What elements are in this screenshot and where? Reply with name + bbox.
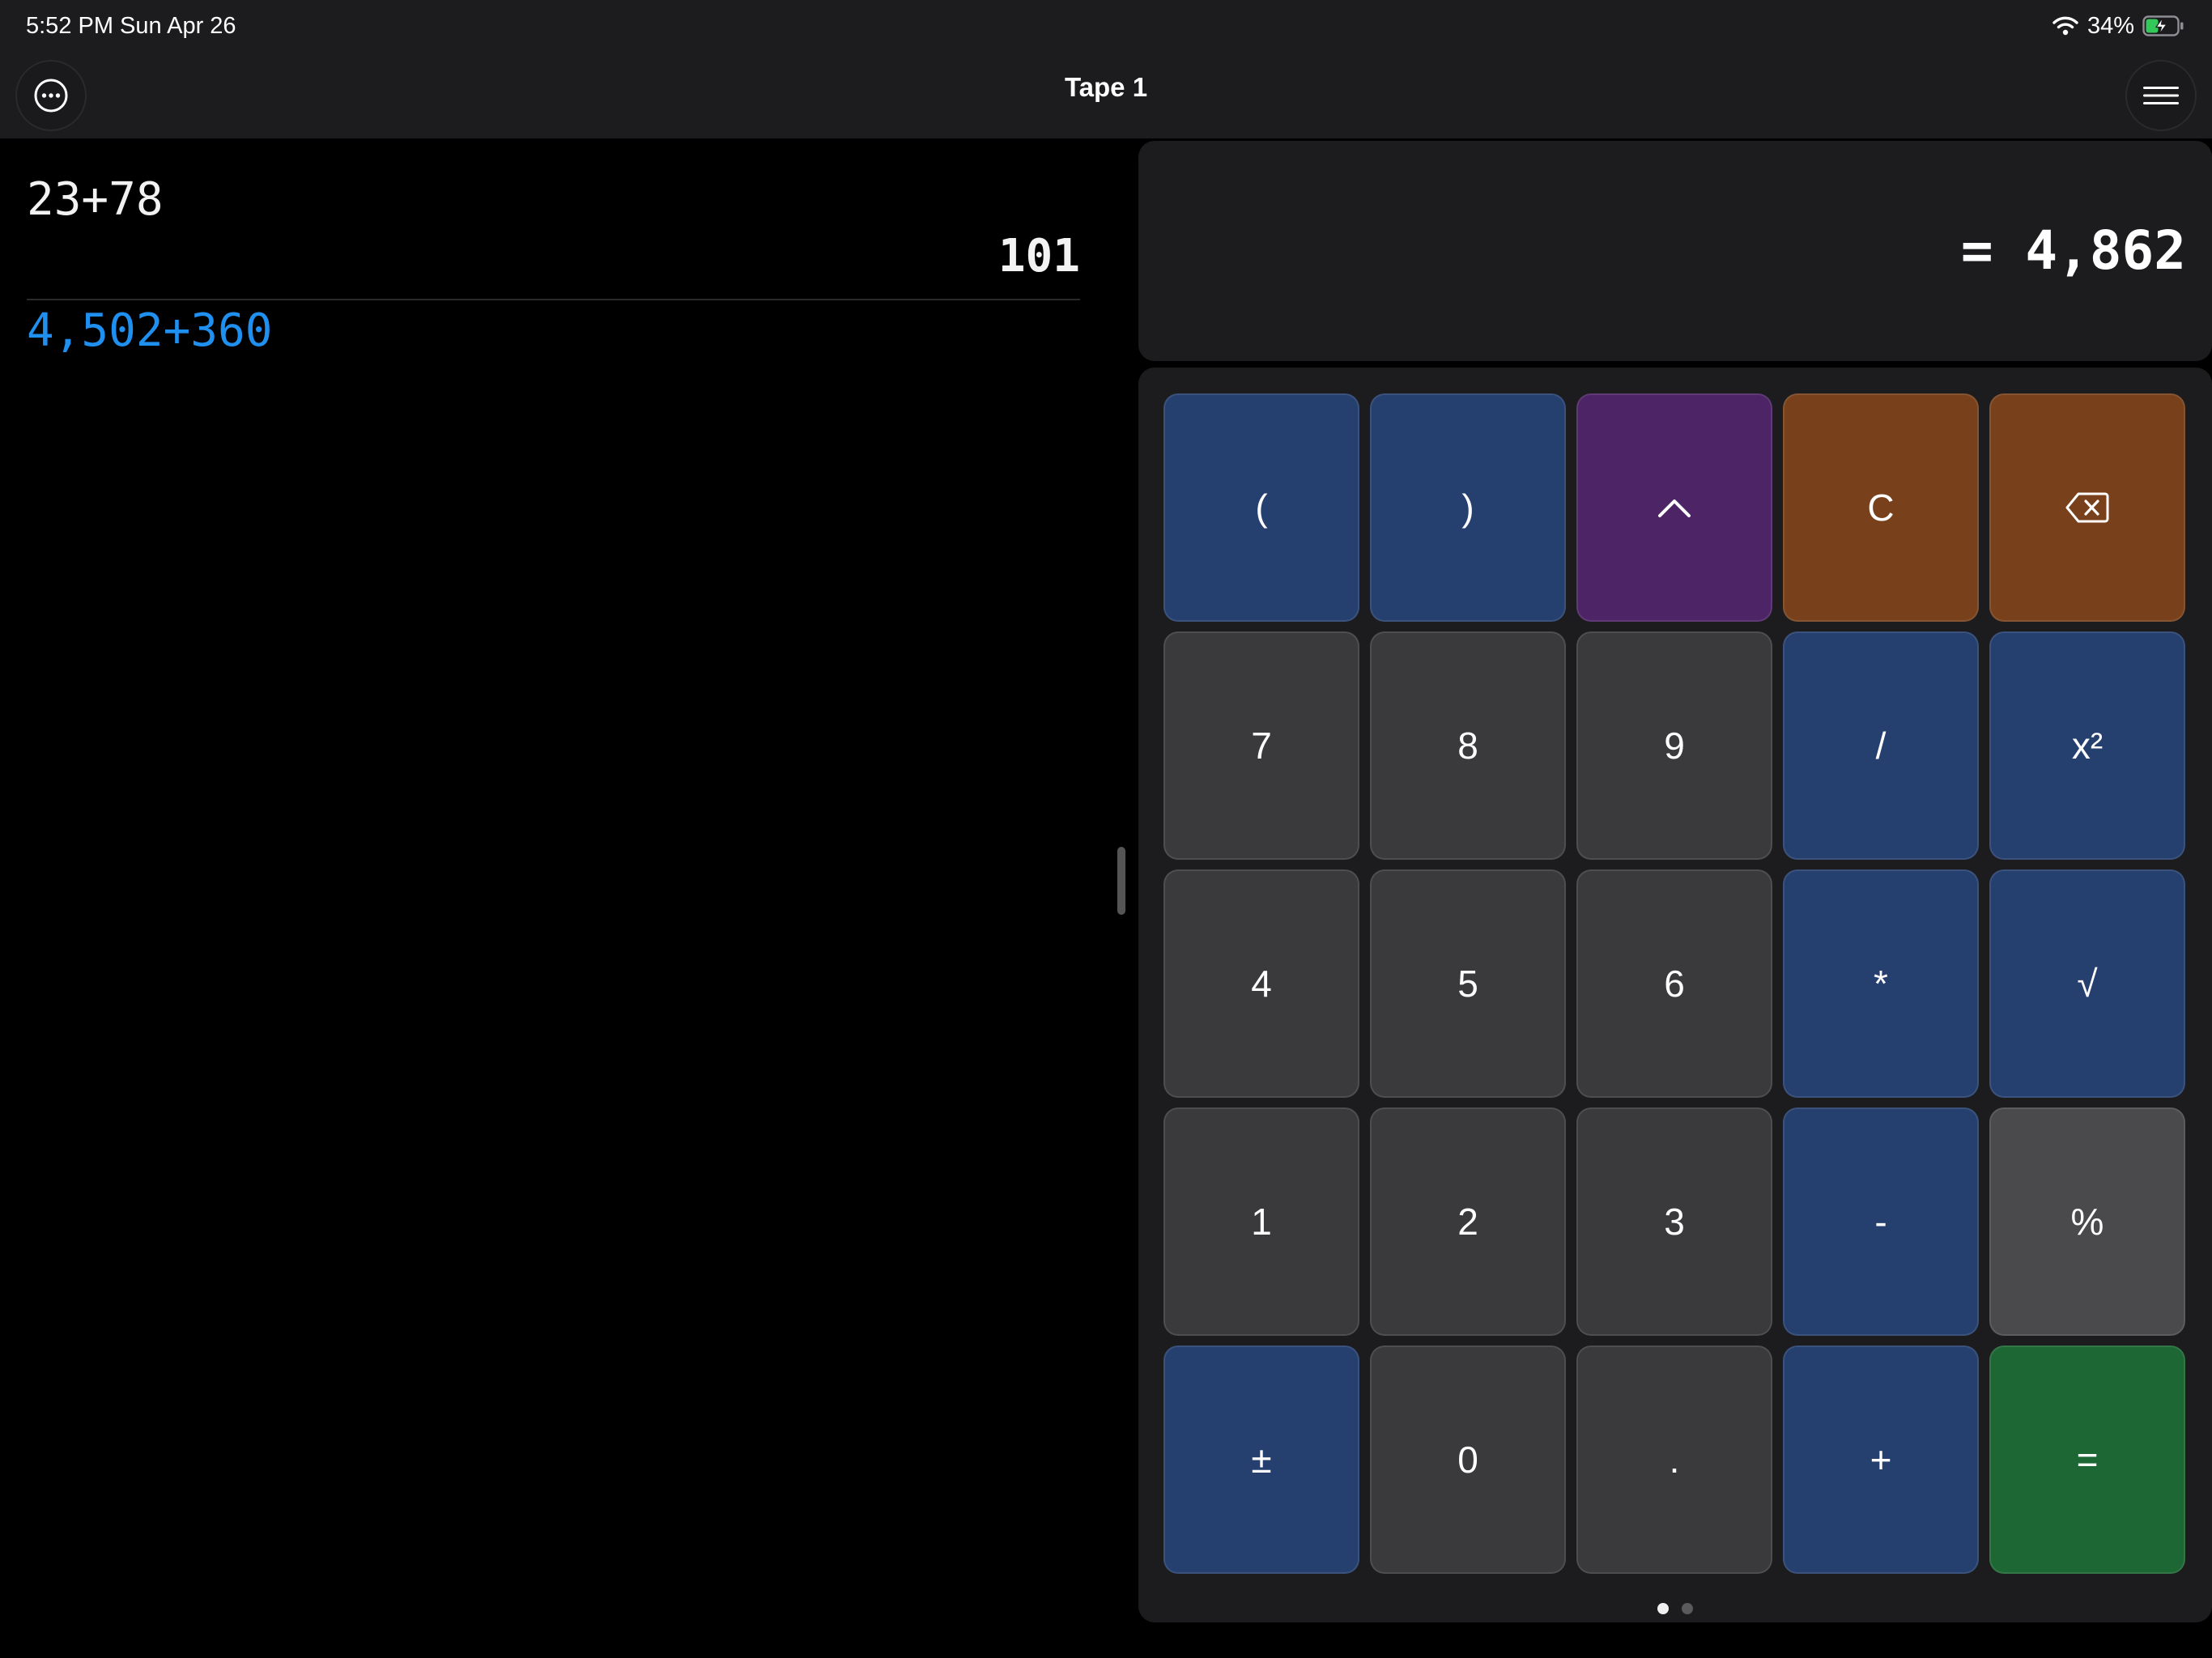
wifi-icon [2052, 16, 2078, 36]
status-indicators: 34% [2052, 10, 2184, 42]
key-label: 5 [1457, 963, 1478, 1005]
tape-divider [27, 299, 1080, 300]
key-label: ( [1255, 487, 1268, 529]
add-key[interactable]: + [1783, 1346, 1979, 1574]
digit-1-key[interactable]: 1 [1163, 1107, 1359, 1336]
result-value: = 4,862 [1960, 219, 2186, 282]
keypad-grid: () C 7 8 9 / x² 4 5 6 * √ 1 2 3 -% ±0. + = [1163, 393, 2185, 1574]
digit-0-key[interactable]: 0 [1370, 1346, 1566, 1574]
digit-5-key[interactable]: 5 [1370, 869, 1566, 1098]
keypad: () C 7 8 9 / x² 4 5 6 * √ 1 2 3 -% ±0. + = [1138, 368, 2212, 1622]
page-title: Tape 1 [1064, 72, 1148, 102]
digit-8-key[interactable]: 8 [1370, 631, 1566, 860]
square-key[interactable]: x² [1989, 631, 2185, 860]
multiply-key[interactable]: * [1783, 869, 1979, 1098]
subtract-key[interactable]: - [1783, 1107, 1979, 1336]
key-label: 7 [1251, 725, 1272, 767]
key-label: 6 [1664, 963, 1685, 1005]
key-label: ) [1461, 487, 1474, 529]
key-label: C [1867, 487, 1895, 529]
split-view-handle[interactable] [1117, 847, 1125, 915]
backspace-key[interactable] [1989, 393, 2185, 622]
key-label: 1 [1251, 1201, 1272, 1243]
digit-9-key[interactable]: 9 [1576, 631, 1772, 860]
key-label: - [1874, 1201, 1887, 1243]
key-label: % [2070, 1201, 2104, 1243]
key-label: 2 [1457, 1201, 1478, 1243]
tape-entry-result[interactable]: 101 [998, 231, 1080, 283]
key-label: = [2076, 1439, 2099, 1481]
digit-2-key[interactable]: 2 [1370, 1107, 1566, 1336]
clear-key[interactable]: C [1783, 393, 1979, 622]
key-label: ± [1251, 1439, 1272, 1481]
close-paren-key[interactable]: ) [1370, 393, 1566, 622]
divide-key[interactable]: / [1783, 631, 1979, 860]
digit-6-key[interactable]: 6 [1576, 869, 1772, 1098]
key-label: 0 [1457, 1439, 1478, 1481]
key-label: 8 [1457, 725, 1478, 767]
digit-7-key[interactable]: 7 [1163, 631, 1359, 860]
status-time: 5:52 PM Sun Apr 26 [26, 13, 236, 39]
digit-4-key[interactable]: 4 [1163, 869, 1359, 1098]
battery-percentage: 34% [2087, 12, 2134, 39]
backspace-icon [2065, 492, 2109, 523]
page-indicator[interactable] [1138, 1603, 2212, 1614]
key-label: x² [2071, 725, 2104, 767]
result-display: = 4,862 [1138, 141, 2212, 361]
key-label: √ [2077, 963, 2098, 1005]
open-paren-key[interactable]: ( [1163, 393, 1359, 622]
battery-charging-icon [2142, 15, 2184, 36]
menu-button[interactable] [2125, 60, 2197, 131]
percent-key[interactable]: % [1989, 1107, 2185, 1336]
equals-key[interactable]: = [1989, 1346, 2185, 1574]
hamburger-menu-icon [2143, 87, 2179, 104]
tape-panel[interactable]: 23+78 101 4,502+360 [0, 138, 1109, 1658]
caret-up-icon [1658, 500, 1691, 517]
power-key[interactable] [1576, 393, 1772, 622]
square-root-key[interactable]: √ [1989, 869, 2185, 1098]
page-dot[interactable] [1682, 1603, 1693, 1614]
tape-entry-expression[interactable]: 23+78 [27, 174, 164, 226]
key-label: * [1874, 963, 1888, 1005]
key-label: . [1669, 1439, 1680, 1481]
digit-3-key[interactable]: 3 [1576, 1107, 1772, 1336]
key-label: 3 [1664, 1201, 1685, 1243]
key-label: / [1875, 725, 1887, 767]
key-label: 9 [1664, 725, 1685, 767]
page-dot[interactable] [1657, 1603, 1669, 1614]
key-label: 4 [1251, 963, 1272, 1005]
plus-minus-key[interactable]: ± [1163, 1346, 1359, 1574]
current-expression[interactable]: 4,502+360 [27, 305, 272, 357]
key-label: + [1870, 1439, 1892, 1481]
top-bar: 5:52 PM Sun Apr 26 34% Tape 1 [0, 0, 2212, 138]
decimal-key[interactable]: . [1576, 1346, 1772, 1574]
